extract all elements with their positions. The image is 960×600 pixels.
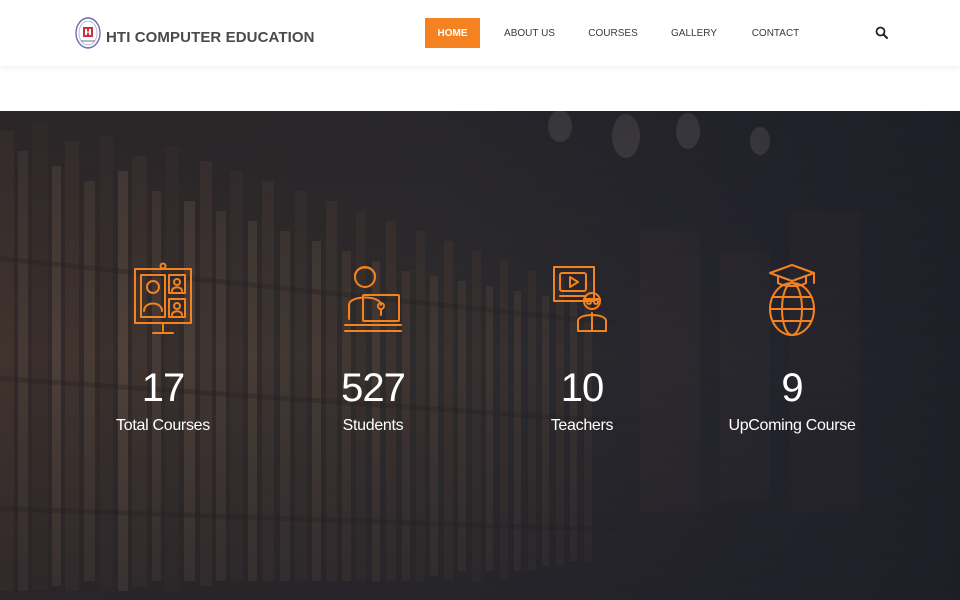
stat-label: Students [342, 417, 404, 434]
brand[interactable]: HTI COMPUTER EDUCATION [74, 14, 315, 52]
stat-teachers: 10 Teachers [472, 261, 692, 435]
stat-upcoming-course: 9 UpComing Course [682, 261, 902, 435]
graduation-globe-icon [769, 264, 815, 336]
nav-courses[interactable]: COURSES [588, 18, 637, 48]
student-laptop-icon [344, 266, 402, 332]
nav-home[interactable]: HOME [425, 18, 480, 48]
main-nav: HOME ABOUT US COURSES GALLERY CONTACT [425, 18, 800, 48]
stat-value: 9 [781, 366, 803, 410]
stat-total-courses: 17 Total Courses [53, 261, 273, 435]
search-icon[interactable] [873, 24, 891, 42]
nav-about-us[interactable]: ABOUT US [504, 18, 555, 48]
stat-value: 10 [560, 366, 605, 410]
stats-section: 17 Total Courses 527 Students 10 Teacher… [0, 111, 960, 600]
stat-value: 527 [341, 366, 406, 410]
header-spacer [0, 66, 960, 111]
nav-contact[interactable]: CONTACT [752, 18, 800, 48]
site-header: HTI COMPUTER EDUCATION HOME ABOUT US COU… [0, 0, 960, 66]
stat-label: Total Courses [116, 417, 210, 434]
stat-value: 17 [141, 366, 186, 410]
hti-logo-icon [75, 17, 101, 49]
stat-students: 527 Students [263, 261, 483, 435]
video-conference-icon [134, 262, 192, 334]
brand-name: HTI COMPUTER EDUCATION [106, 28, 315, 46]
stat-label: Teachers [550, 417, 614, 434]
stat-label: UpComing Course [728, 417, 856, 434]
video-teacher-icon [553, 266, 607, 332]
nav-gallery[interactable]: GALLERY [671, 18, 717, 48]
